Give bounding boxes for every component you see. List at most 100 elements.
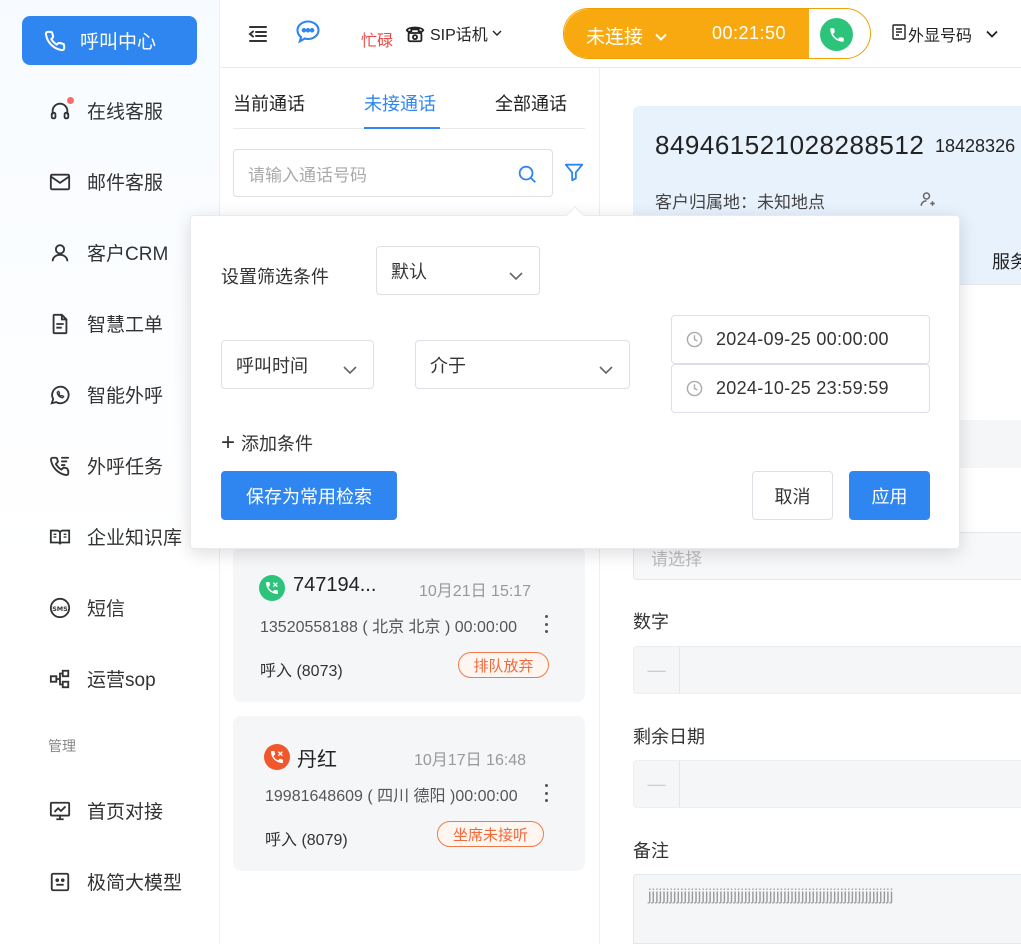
sidebar-item-label: 外呼任务 — [87, 457, 164, 478]
sidebar-item-crm[interactable]: 客户CRM — [48, 239, 168, 266]
plus-icon: + — [221, 429, 236, 456]
sidebar-item-online-service[interactable]: 在线客服 — [48, 96, 164, 124]
user-icon — [48, 241, 72, 265]
number-input[interactable]: — — [633, 646, 1021, 694]
select-value: 默认 — [391, 261, 427, 282]
tab-service[interactable]: 服务 — [992, 248, 1021, 274]
whatsapp-icon — [48, 383, 72, 407]
note-value: jjjjjjjjjjjjjjjjjjjjjjjjjjjjjjjjjjjjjjjj… — [648, 887, 894, 904]
sidebar-item-label: 客户CRM — [87, 244, 169, 265]
call-timer: 00:21:50 — [712, 23, 787, 43]
filter-icon[interactable] — [563, 161, 585, 183]
chevron-down-icon — [492, 24, 502, 42]
sidebar-item-label: 极简大模型 — [87, 873, 183, 894]
user-edit-icon[interactable] — [919, 190, 937, 208]
field-label-remaining-days: 剩余日期 — [633, 727, 705, 747]
sip-phone-dropdown[interactable]: SIP话机 — [404, 21, 502, 45]
filter-preset-select[interactable]: 默认 — [376, 246, 540, 295]
top-bar: 忙碌 SIP话机 未连接 00:21:50 外显号码 — [220, 0, 1021, 68]
sidebar-item-llm[interactable]: 极简大模型 — [48, 868, 182, 895]
sidebar-item-label: 智能外呼 — [87, 386, 164, 407]
search-icon[interactable] — [516, 163, 538, 185]
filter-title: 设置筛选条件 — [221, 267, 329, 287]
document-icon — [48, 312, 72, 336]
menu-collapse-icon[interactable] — [246, 22, 270, 46]
start-date-value: 2024-09-25 00:00:00 — [716, 329, 889, 349]
sidebar-item-sop[interactable]: 运营sop — [48, 665, 156, 692]
caller-name: 747194... — [293, 574, 377, 596]
customer-location: 客户归属地：未知地点 — [655, 193, 825, 212]
call-time: 10月17日 16:48 — [414, 752, 527, 769]
sidebar-item-call-center[interactable]: 呼叫中心 — [22, 16, 197, 65]
select-value: 介于 — [430, 355, 466, 376]
more-options-icon[interactable] — [542, 782, 550, 804]
end-date-value: 2024-10-25 23:59:59 — [716, 378, 889, 398]
remaining-days-input[interactable]: — — [633, 760, 1021, 808]
call-direction: 呼入 (8079) — [265, 832, 348, 849]
agent-status[interactable]: 忙碌 — [361, 27, 393, 51]
end-date-input[interactable]: 2024-10-25 23:59:59 — [671, 364, 930, 413]
call-status-bar: 未连接 00:21:50 — [563, 8, 871, 59]
note-textarea[interactable]: jjjjjjjjjjjjjjjjjjjjjjjjjjjjjjjjjjjjjjjj… — [633, 874, 1021, 944]
sidebar-item-outbound-task[interactable]: 外呼任务 — [48, 452, 163, 479]
answer-call-button[interactable] — [820, 18, 853, 51]
chevron-down-icon — [599, 359, 613, 375]
sidebar-item-label: 首页对接 — [87, 802, 164, 823]
call-search-input[interactable]: 请输入通话号码 — [233, 149, 553, 197]
headset-icon — [48, 96, 74, 123]
caller-id-dropdown[interactable]: 外显号码 — [892, 22, 998, 46]
sidebar-item-knowledge-base[interactable]: 企业知识库 — [48, 523, 182, 550]
sidebar-item-work-order[interactable]: 智慧工单 — [48, 310, 163, 337]
filter-popup: 设置筛选条件 默认 呼叫时间 介于 2024-09-25 00:00:00 20… — [190, 206, 960, 549]
apply-button[interactable]: 应用 — [849, 471, 930, 520]
select-placeholder: 请选择 — [651, 550, 702, 569]
desk-phone-icon — [404, 22, 426, 44]
decrement-button[interactable]: — — [634, 647, 680, 693]
call-state-dropdown[interactable]: 未连接 — [586, 22, 667, 49]
mail-icon — [48, 170, 72, 194]
call-detail: 19981648609 ( 四川 德阳 )00:00:00 — [265, 788, 518, 805]
sidebar-item-label: 在线客服 — [87, 102, 164, 123]
sidebar-item-label: 邮件客服 — [87, 173, 164, 194]
add-condition-button[interactable]: + 添加条件 — [221, 430, 313, 456]
call-status-section: 未连接 00:21:50 — [564, 9, 809, 58]
decrement-button[interactable]: — — [634, 761, 680, 807]
tab-current-calls[interactable]: 当前通话 — [233, 90, 305, 116]
chevron-down-icon — [655, 25, 667, 47]
save-search-button[interactable]: 保存为常用检索 — [221, 471, 397, 520]
sidebar-item-mail-service[interactable]: 邮件客服 — [48, 168, 163, 195]
missed-call-icon — [264, 744, 290, 770]
more-options-icon[interactable] — [542, 613, 550, 635]
phone-icon — [44, 30, 66, 52]
tab-all-calls[interactable]: 全部通话 — [495, 90, 567, 116]
sidebar-item-homepage[interactable]: 首页对接 — [48, 797, 163, 824]
clock-icon — [686, 380, 703, 397]
sip-phone-label: SIP话机 — [430, 27, 488, 44]
tab-missed-calls[interactable]: 未接通话 — [364, 90, 436, 116]
sidebar-item-sms[interactable]: SMS 短信 — [48, 594, 125, 621]
field-label-note: 备注 — [633, 841, 669, 861]
customer-phone: 18428326 — [935, 136, 1016, 156]
monitor-chart-icon — [48, 799, 72, 823]
svg-text:SMS: SMS — [52, 604, 68, 612]
caller-id-label: 外显号码 — [908, 28, 973, 45]
call-card[interactable]: 丹红 10月17日 16:48 19981648609 ( 四川 德阳 )00:… — [233, 716, 585, 871]
sidebar-item-label: 短信 — [87, 599, 126, 620]
sidebar-item-label: 智慧工单 — [87, 315, 164, 336]
call-card[interactable]: 747194... 10月21日 15:17 13520558188 ( 北京 … — [233, 547, 585, 702]
caller-name: 丹红 — [297, 749, 337, 771]
chat-icon[interactable] — [294, 18, 322, 46]
chevron-down-icon — [986, 25, 998, 43]
start-date-input[interactable]: 2024-09-25 00:00:00 — [671, 315, 930, 364]
missed-call-icon — [259, 575, 285, 601]
book-icon — [48, 525, 72, 549]
cancel-button[interactable]: 取消 — [752, 471, 833, 520]
sidebar-item-smart-call[interactable]: 智能外呼 — [48, 381, 163, 408]
clock-icon — [686, 331, 703, 348]
filter-field-select[interactable]: 呼叫时间 — [221, 340, 374, 389]
filter-operator-select[interactable]: 介于 — [415, 340, 630, 389]
notification-dot — [67, 96, 74, 104]
sidebar-item-label: 运营sop — [87, 670, 156, 691]
status-badge: 坐席未接听 — [437, 821, 544, 847]
call-state-label: 未连接 — [586, 27, 644, 48]
